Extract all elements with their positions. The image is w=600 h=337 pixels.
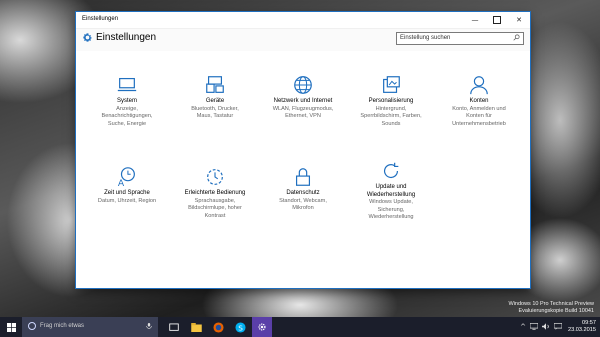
category-erleichterte-bedienung[interactable]: Erleichterte Bedienung Sprachausgabe, Bi… [170, 166, 260, 220]
category-desc-line: WLAN, Flugzeugmodus, [272, 105, 334, 112]
svg-text:S: S [238, 323, 243, 332]
close-icon: ✕ [516, 16, 522, 24]
category-desc-line: Konten für [466, 113, 492, 119]
page-title: Einstellungen [96, 32, 157, 43]
refresh-icon [378, 160, 404, 182]
category-desc-line: Sounds [381, 120, 401, 127]
category-title: Zeit und Sprache [104, 190, 150, 196]
lock-icon [290, 166, 316, 188]
chat-icon[interactable] [553, 322, 563, 332]
category-desc-line: Mikrofon [292, 205, 314, 211]
category-desc-line: Benachrichtigungen, [101, 113, 153, 119]
build-watermark: Windows 10 Pro Technical Preview Evaluie… [509, 301, 595, 315]
microphone-icon[interactable] [146, 322, 152, 332]
settings-taskbar-icon[interactable] [252, 317, 272, 337]
category-title-line2: Wiederherstellung [366, 191, 416, 198]
watermark-line1: Windows 10 Pro Technical Preview [508, 301, 595, 307]
category-title: Netzwerk und Internet [273, 98, 333, 104]
category-konten[interactable]: Konten Konto, Anmelden und Konten für Un… [434, 74, 524, 128]
window-title: Einstellungen [82, 16, 119, 22]
windows-logo-icon [6, 322, 16, 332]
show-hidden-icons-button[interactable]: ^ [520, 323, 526, 331]
category-zeit-sprache[interactable]: A Zeit und Sprache Datum, Uhrzeit, Regio… [82, 166, 172, 205]
clock-date: 23.03.2015 [568, 327, 596, 333]
clock-time: 09:57 [582, 320, 596, 326]
category-desc-line: Maus, Tastatur [196, 113, 234, 119]
laptop-icon [114, 74, 140, 96]
taskbar-search-input[interactable]: Frag mich etwas [22, 317, 158, 337]
category-update-wiederherstellung[interactable]: Update und Wiederherstellung Windows Upd… [346, 160, 436, 222]
category-desc-line: Windows Update, [369, 199, 413, 205]
minimize-icon: — [471, 16, 479, 24]
category-desc-line: Datum, Uhrzeit, Region [97, 197, 157, 204]
system-tray: ^ 09:57 23.03.2015 [520, 317, 596, 337]
category-title: Geräte [205, 98, 225, 104]
category-geraete[interactable]: Geräte Bluetooth, Drucker, Maus, Tastatu… [170, 74, 260, 121]
category-desc-line: Anzeige, [116, 105, 138, 112]
category-desc-line: Sicherung, [377, 206, 405, 213]
title-bar[interactable]: Einstellungen — ✕ [76, 12, 530, 29]
devices-icon [202, 74, 228, 96]
category-system[interactable]: System Anzeige, Benachrichtigungen, Such… [82, 74, 172, 128]
maximize-icon [493, 16, 501, 24]
category-title: System [116, 98, 137, 104]
category-desc-line: Konto, Anmelden und [452, 105, 506, 112]
category-desc-line: Sprachausgabe, [194, 197, 236, 204]
taskbar-search-placeholder: Frag mich etwas [40, 323, 85, 329]
minimize-button[interactable]: — [464, 12, 486, 28]
category-title: Update und [375, 184, 407, 190]
category-desc-line: Hintergrund, [375, 105, 407, 112]
taskbar: Frag mich etwas S ^ 09:57 23.03.2015 [0, 317, 600, 337]
task-view-icon[interactable] [164, 317, 184, 337]
settings-search-input[interactable]: Einstellung suchen [396, 32, 524, 45]
globe-icon [290, 74, 316, 96]
category-title: Personalisierung [368, 98, 414, 104]
time-language-icon: A [114, 166, 140, 188]
category-desc-line: Kontrast [204, 212, 226, 219]
file-explorer-icon[interactable] [186, 317, 206, 337]
firefox-icon[interactable] [208, 317, 228, 337]
category-desc-line: Sperrbildschirm, Farben, [360, 113, 422, 119]
category-personalisierung[interactable]: Personalisierung Hintergrund, Sperrbilds… [346, 74, 436, 128]
svg-text:A: A [118, 178, 125, 188]
person-icon [466, 74, 492, 96]
network-icon[interactable] [529, 322, 539, 332]
category-title: Datenschutz [286, 190, 320, 196]
category-datenschutz[interactable]: Datenschutz Standort, Webcam, Mikrofon [258, 166, 348, 213]
category-title: Erleichterte Bedienung [184, 190, 246, 196]
category-desc-line: Suche, Energie [107, 120, 147, 127]
cortana-icon [28, 322, 36, 330]
search-placeholder: Einstellung suchen [400, 35, 451, 41]
category-desc-line: Bildschirmlupe, hoher [188, 205, 242, 211]
category-desc-line: Ethernet, VPN [285, 113, 321, 119]
paint-icon [378, 74, 404, 96]
settings-window: Einstellungen — ✕ Einstellungen Einstell… [76, 12, 530, 288]
category-title: Konten [469, 98, 489, 104]
close-button[interactable]: ✕ [508, 12, 530, 28]
skype-icon[interactable]: S [230, 317, 250, 337]
start-button[interactable] [0, 317, 22, 337]
gear-icon [82, 32, 94, 44]
category-netzwerk[interactable]: Netzwerk und Internet WLAN, Flugzeugmodu… [258, 74, 348, 121]
maximize-button[interactable] [486, 12, 508, 28]
settings-categories: System Anzeige, Benachrichtigungen, Such… [76, 52, 530, 288]
volume-icon[interactable] [542, 322, 550, 332]
settings-header: Einstellungen Einstellung suchen [76, 29, 530, 51]
taskbar-clock[interactable]: 09:57 23.03.2015 [568, 320, 596, 334]
search-icon [513, 34, 520, 43]
ease-of-access-icon [202, 166, 228, 188]
watermark-line2: Evaluierungskopie Build 10041 [518, 308, 594, 314]
category-desc-line: Bluetooth, Drucker, [191, 105, 239, 112]
category-desc-line: Standort, Webcam, [279, 197, 327, 204]
category-desc-line: Wiederherstellung [368, 214, 414, 220]
category-desc-line: Unternehmensbetrieb [452, 120, 506, 127]
